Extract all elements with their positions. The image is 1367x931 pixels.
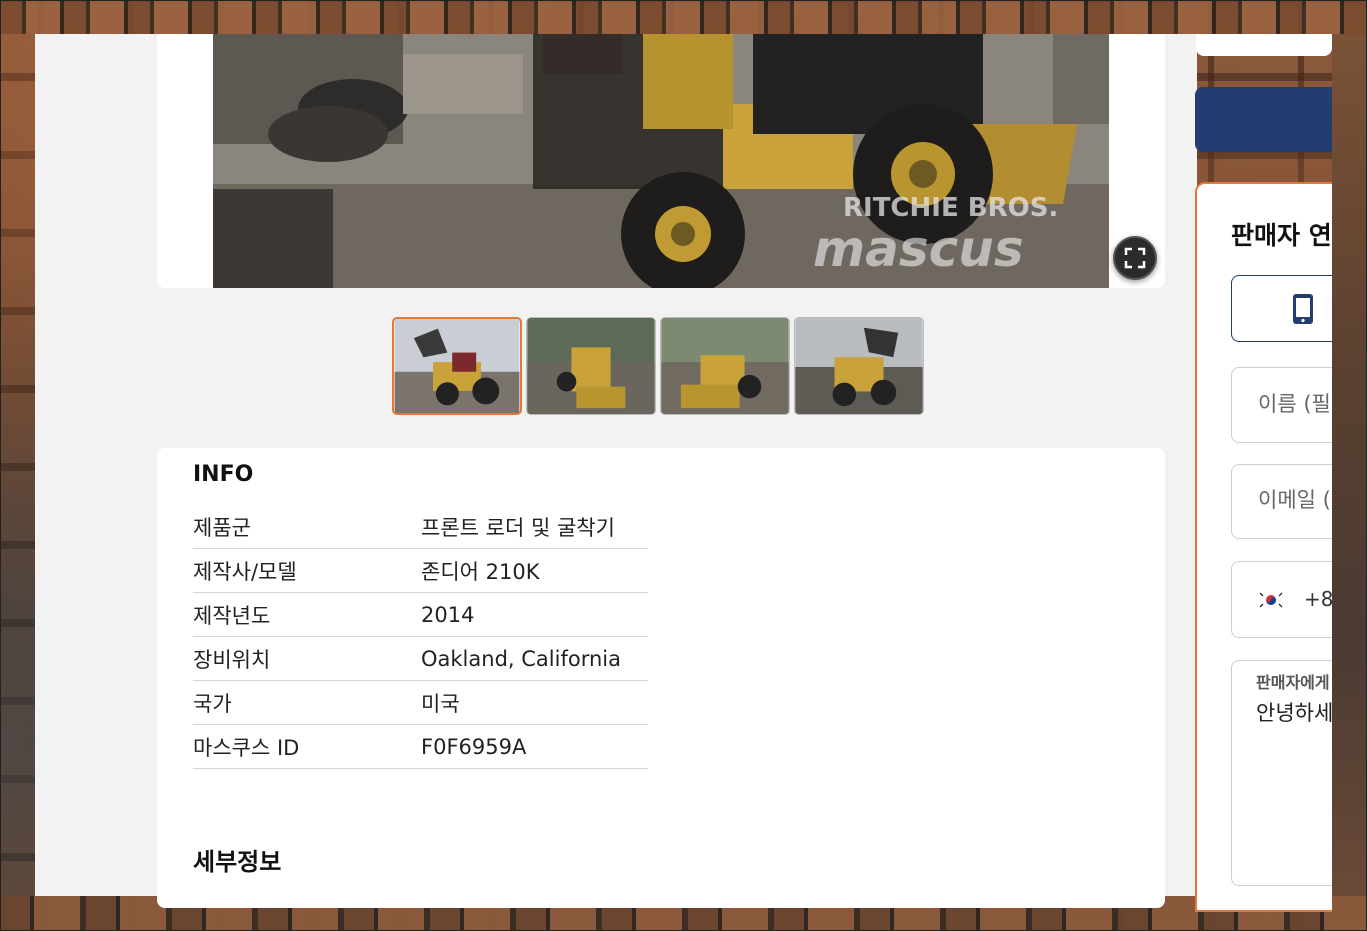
spec-value: 미국	[421, 691, 460, 716]
spec-row: 장비위치 Oakland, California	[193, 637, 648, 681]
email-input[interactable]: 이메일 (	[1231, 464, 1332, 539]
thumbnail-strip	[392, 317, 924, 415]
fullscreen-button[interactable]	[1113, 236, 1157, 280]
watermark-brand: RITCHIE BROS.	[843, 193, 1058, 223]
spec-key: 마스쿠스 ID	[193, 735, 300, 760]
info-title: INFO	[193, 462, 254, 487]
spec-row: 제작년도 2014	[193, 593, 648, 637]
spec-key: 장비위치	[193, 647, 271, 672]
spec-row: 마스쿠스 ID F0F6959A	[193, 725, 648, 769]
thumbnail-3[interactable]	[660, 317, 790, 415]
spec-row: 국가 미국	[193, 681, 648, 725]
spec-value: F0F6959A	[421, 734, 527, 759]
message-textarea[interactable]: 판매자에게 안녕하세 의 더 많 다. 연락	[1231, 660, 1332, 886]
spec-key: 국가	[193, 691, 232, 716]
primary-action-button[interactable]	[1195, 87, 1332, 152]
thumbnail-2[interactable]	[526, 317, 656, 415]
south-korea-flag-icon	[1258, 589, 1284, 610]
backhoe-loader-photo: RITCHIE BROS. mascus	[213, 34, 1109, 288]
spec-value: 존디어 210K	[421, 559, 540, 584]
thumbnail-image	[394, 319, 520, 413]
spec-value: 2014	[421, 602, 475, 627]
thumbnail-4[interactable]	[794, 317, 924, 415]
main-photo[interactable]: RITCHIE BROS. mascus	[213, 34, 1109, 288]
thumbnail-image	[527, 318, 655, 414]
thumbnail-image	[661, 318, 789, 414]
contact-title: 판매자 연	[1231, 221, 1332, 250]
spec-key: 제작사/모델	[193, 559, 297, 584]
fullscreen-icon	[1124, 247, 1146, 269]
main-photo-card: RITCHIE BROS. mascus	[157, 34, 1165, 288]
show-phone-button[interactable]	[1231, 275, 1332, 342]
spec-row: 제작사/모델 존디어 210K	[193, 549, 648, 593]
details-title: 세부정보	[193, 848, 282, 876]
spec-value: 프론트 로더 및 굴착기	[421, 515, 615, 540]
dial-code: +8	[1304, 587, 1332, 611]
mobile-phone-icon	[1293, 293, 1313, 324]
spec-table: 제품군 프론트 로더 및 굴착기 제작사/모델 존디어 210K 제작년도 20…	[193, 505, 648, 769]
watermark-site: mascus	[813, 220, 1024, 278]
thumbnail-image	[795, 318, 923, 414]
spec-value: Oakland, California	[421, 646, 621, 671]
message-text: 안녕하세 의 더 많 다. 연락	[1256, 701, 1332, 725]
thumbnail-1[interactable]	[392, 317, 522, 415]
message-label: 판매자에게	[1256, 673, 1330, 692]
phone-input[interactable]: +8	[1231, 561, 1332, 638]
contact-seller-card: 판매자 연 이름 (필 이메일 ( +8 판매자에게 안녕하세 의 더 많 다.…	[1195, 182, 1332, 912]
background-right-strip	[1332, 34, 1367, 896]
background-scaffold-top	[0, 0, 1367, 34]
spec-key: 제품군	[193, 515, 251, 540]
spec-key: 제작년도	[193, 603, 271, 628]
name-input[interactable]: 이름 (필	[1231, 367, 1332, 443]
info-card: INFO 제품군 프론트 로더 및 굴착기 제작사/모델 존디어 210K 제작…	[157, 448, 1165, 908]
spec-row: 제품군 프론트 로더 및 굴착기	[193, 505, 648, 549]
sidebar-top-card	[1196, 34, 1332, 56]
